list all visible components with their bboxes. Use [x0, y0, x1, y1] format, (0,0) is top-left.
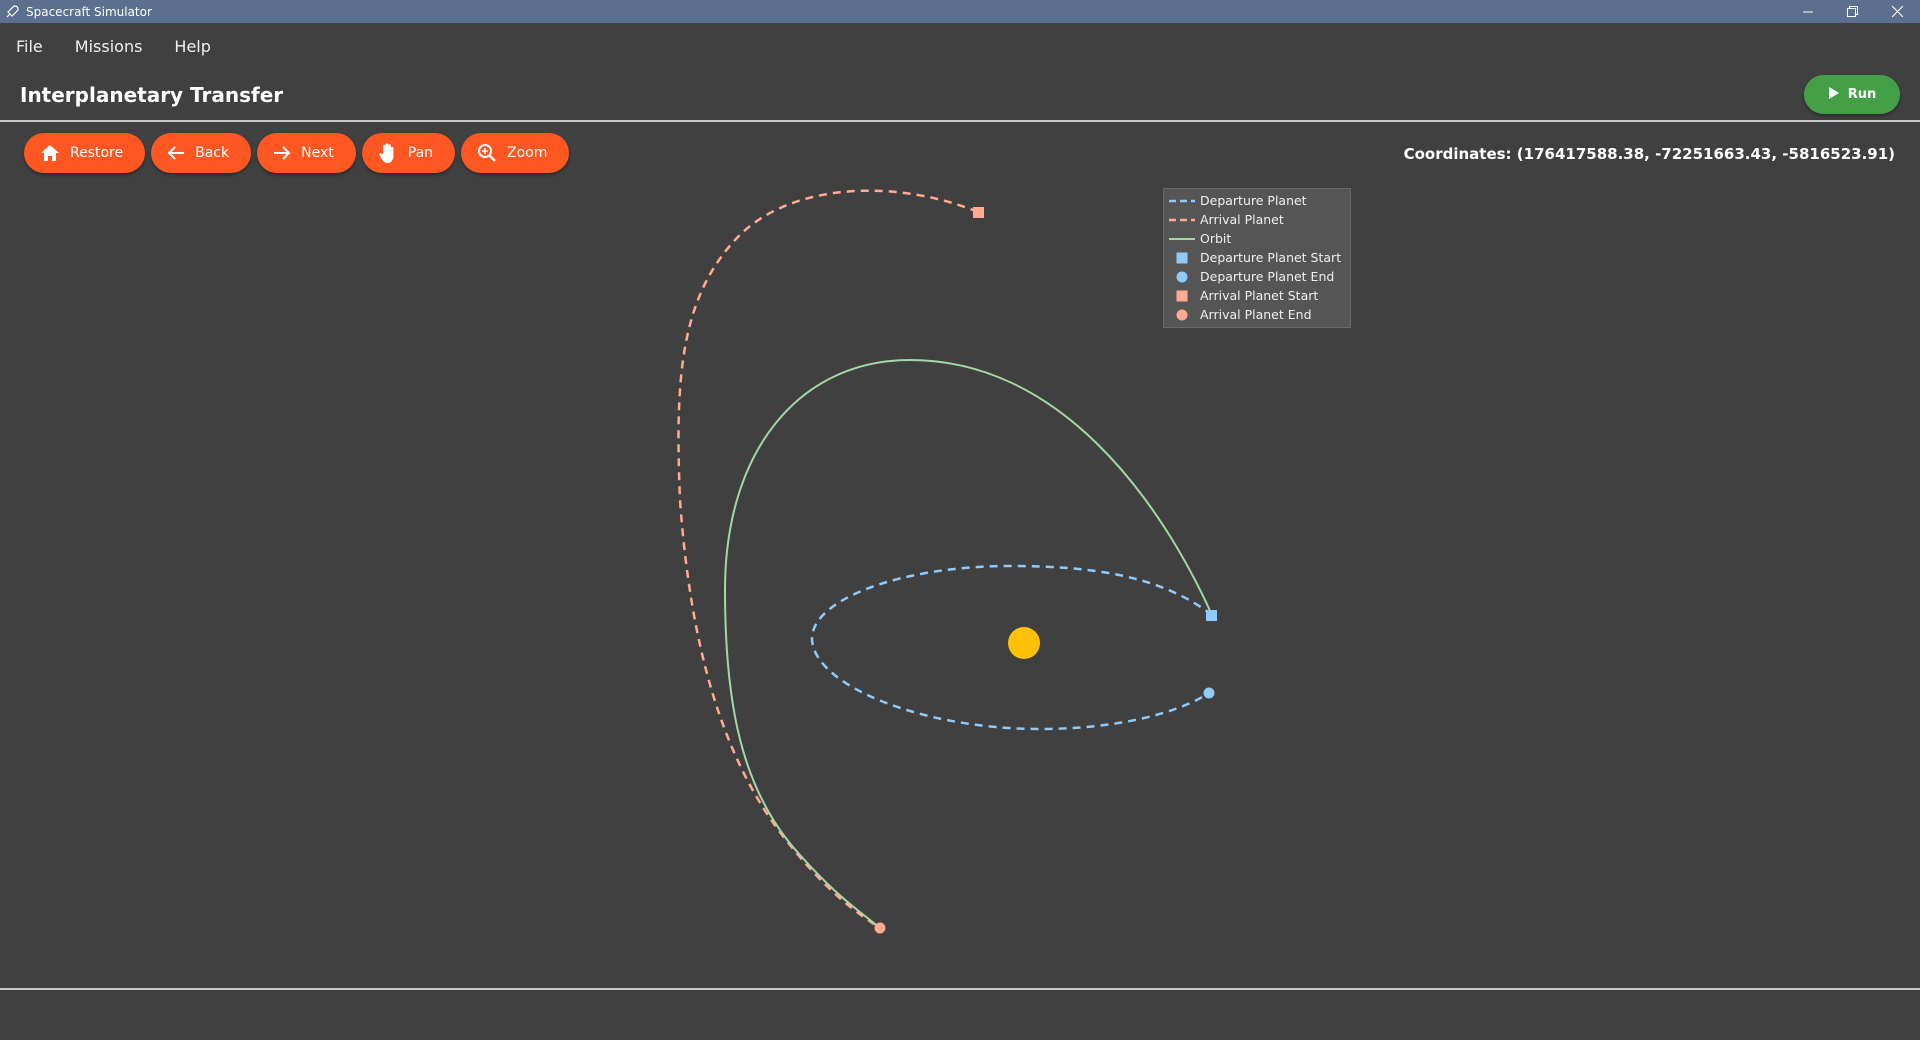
legend-label: Orbit [1200, 231, 1232, 246]
menu-help[interactable]: Help [158, 23, 226, 69]
departure-planet-end-marker [1203, 687, 1215, 699]
status-bar [0, 990, 1920, 1040]
restore-label: Restore [70, 145, 124, 161]
next-label: Next [301, 145, 334, 161]
departure-planet-start-marker [1206, 610, 1217, 621]
legend-label: Departure Planet Start [1200, 250, 1342, 265]
window-title: Spacecraft Simulator [26, 4, 152, 19]
legend-entry-arrival-planet-start: Arrival Planet Start [1164, 286, 1350, 305]
page-header: Interplanetary Transfer Run [0, 69, 1920, 121]
pan-label: Pan [407, 145, 434, 161]
back-label: Back [195, 145, 230, 161]
square-swatch [1164, 248, 1200, 267]
play-icon [1828, 86, 1840, 104]
solid-line-swatch [1164, 229, 1200, 248]
window-titlebar: Spacecraft Simulator [0, 0, 1920, 23]
menu-bar: File Missions Help [0, 23, 1920, 69]
run-label: Run [1847, 87, 1877, 102]
header-divider [0, 120, 1920, 122]
magnifier-icon [477, 143, 497, 163]
restore-icon[interactable] [1830, 0, 1875, 23]
legend-label: Departure Planet [1200, 193, 1307, 208]
legend-label: Arrival Planet Start [1200, 288, 1319, 303]
plot-toolbar: Restore Back Next Pan Zoom [24, 133, 570, 175]
zoom-label: Zoom [507, 145, 548, 161]
arrival-planet-path [677, 189, 979, 930]
legend-entry-departure-planet: Departure Planet [1164, 191, 1350, 210]
dashed-line-swatch [1164, 191, 1200, 210]
rocket-icon [4, 4, 20, 20]
legend-entry-orbit: Orbit [1164, 229, 1350, 248]
legend-entry-departure-planet-end: Departure Planet End [1164, 267, 1350, 286]
dashed-line-swatch [1164, 210, 1200, 229]
legend-label: Arrival Planet [1200, 212, 1284, 227]
orbit-plot[interactable] [0, 180, 1920, 988]
circle-swatch [1164, 305, 1200, 324]
zoom-button[interactable]: Zoom [461, 133, 570, 173]
circle-swatch [1164, 267, 1200, 286]
back-button[interactable]: Back [151, 133, 252, 173]
legend-label: Departure Planet End [1200, 269, 1335, 284]
pan-button[interactable]: Pan [361, 133, 456, 173]
plot-legend: Departure Planet Arrival Planet Orbit De… [1163, 188, 1351, 328]
menu-missions[interactable]: Missions [59, 23, 159, 69]
sun-marker [1008, 627, 1040, 659]
menu-file[interactable]: File [0, 23, 59, 69]
minimize-icon[interactable] [1785, 0, 1830, 23]
close-icon[interactable] [1875, 0, 1920, 23]
legend-entry-arrival-planet: Arrival Planet [1164, 210, 1350, 229]
run-button[interactable]: Run [1804, 75, 1900, 114]
home-icon [40, 144, 60, 162]
next-button[interactable]: Next [257, 133, 356, 173]
legend-entry-departure-planet-start: Departure Planet Start [1164, 248, 1350, 267]
square-swatch [1164, 286, 1200, 305]
legend-entry-arrival-planet-end: Arrival Planet End [1164, 305, 1350, 324]
arrow-right-icon [273, 145, 291, 161]
page-title: Interplanetary Transfer [20, 83, 284, 107]
restore-button[interactable]: Restore [24, 133, 146, 173]
arrival-planet-end-marker [874, 922, 886, 934]
legend-label: Arrival Planet End [1200, 307, 1312, 322]
hand-icon [378, 142, 398, 164]
arrival-planet-start-marker [973, 207, 984, 218]
arrow-left-icon [167, 145, 185, 161]
coordinates-readout: Coordinates: (176417588.38, -72251663.43… [1403, 145, 1895, 163]
orbit-path [723, 358, 1213, 929]
